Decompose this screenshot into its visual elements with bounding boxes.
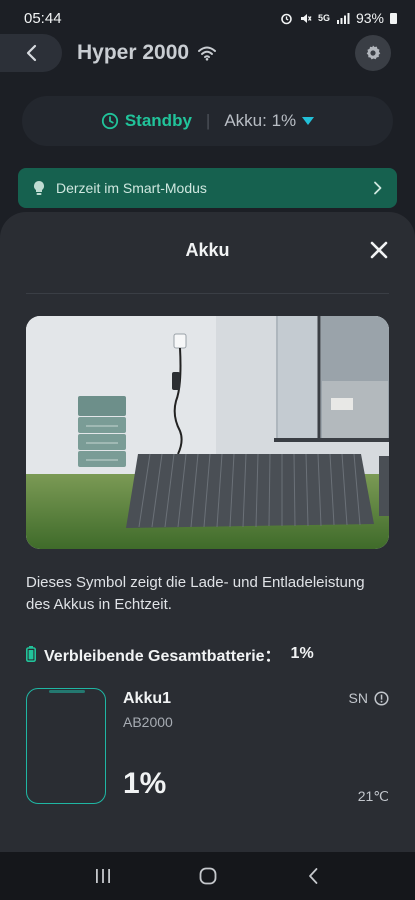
back-icon xyxy=(308,868,317,884)
battery-model: AB2000 xyxy=(123,714,173,730)
battery-temperature: 21℃ xyxy=(357,788,389,804)
device-status-card: Standby | Akku: 1% xyxy=(22,96,393,146)
battery-charging-icon xyxy=(26,646,36,662)
standby-status: Standby xyxy=(101,111,192,131)
caret-down-icon xyxy=(302,117,315,125)
settings-button[interactable] xyxy=(355,35,391,71)
system-nav-bar xyxy=(0,852,415,900)
info-icon xyxy=(374,690,389,706)
recent-apps-button[interactable] xyxy=(83,861,123,891)
total-battery-value: 1% xyxy=(290,645,314,662)
smart-mode-label: Derzeit im Smart-Modus xyxy=(56,180,207,196)
app-bar: Hyper 2000 xyxy=(0,34,415,74)
lightbulb-icon xyxy=(34,181,44,195)
sheet-divider xyxy=(26,293,389,294)
standby-label: Standby xyxy=(124,111,192,130)
sheet-title: Akku xyxy=(185,240,230,260)
back-button[interactable] xyxy=(0,34,62,72)
signal-icon xyxy=(336,13,350,24)
battery-percent: 93% xyxy=(355,10,384,26)
battery-level: 1% xyxy=(123,767,167,800)
mute-icon xyxy=(300,13,312,23)
home-icon xyxy=(199,867,216,885)
status-time: 05:44 xyxy=(24,9,62,27)
status-divider: | xyxy=(205,111,211,130)
battery-status-label: Akku: 1% xyxy=(224,111,297,130)
recent-apps-icon xyxy=(95,869,110,883)
sn-label: SN xyxy=(348,690,368,706)
close-icon xyxy=(370,241,388,259)
battery-illustration xyxy=(26,316,389,549)
battery-dropdown[interactable]: Akku: 1% xyxy=(224,111,315,131)
battery-bottom-sheet: Akku Dieses Symbol zeigt die Lade- und E… xyxy=(0,212,415,852)
chevron-left-icon xyxy=(26,44,37,62)
clock-icon xyxy=(101,112,118,130)
battery-level-graphic xyxy=(26,688,106,804)
house-solar-scene-image xyxy=(26,316,389,549)
home-button[interactable] xyxy=(188,861,228,891)
chevron-right-icon xyxy=(374,181,382,195)
serial-number-button[interactable]: SN xyxy=(349,690,389,706)
total-battery-row: Verbleibende Gesamtbatterie： 1% xyxy=(26,642,389,666)
page-title: Hyper 2000 xyxy=(77,41,217,65)
gear-icon xyxy=(366,45,381,60)
smart-mode-banner[interactable]: Derzeit im Smart-Modus xyxy=(18,168,397,208)
status-bar: 05:44 5G 93% xyxy=(0,0,415,36)
total-battery-label: Verbleibende Gesamtbatterie： xyxy=(44,648,281,665)
network-label: 5G xyxy=(317,13,330,23)
close-button[interactable] xyxy=(369,240,389,260)
battery-terminal xyxy=(49,690,85,693)
device-name: Hyper 2000 xyxy=(77,41,190,64)
alarm-icon xyxy=(281,13,292,24)
battery-name: Akku1 xyxy=(123,690,172,707)
back-nav-button[interactable] xyxy=(293,861,333,891)
description-text: Dieses Symbol zeigt die Lade- und Entlad… xyxy=(26,574,365,613)
status-icons: 5G 93% xyxy=(280,10,397,26)
wifi-icon xyxy=(198,46,217,61)
battery-status-icon xyxy=(390,12,397,24)
